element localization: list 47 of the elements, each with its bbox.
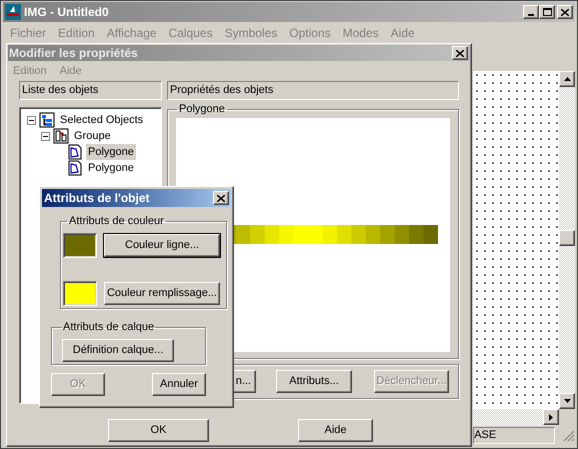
tree-item[interactable]: Polygone — [86, 144, 136, 160]
scroll-thumb[interactable] — [559, 230, 576, 246]
window-title: IMG - Untitled0 — [24, 4, 110, 21]
close-icon — [456, 50, 464, 56]
resize-grip-icon — [563, 430, 576, 442]
maximize-button[interactable] — [539, 5, 555, 19]
expander-icon[interactable] — [27, 116, 36, 124]
maximize-icon — [542, 8, 552, 16]
color-swatch[interactable] — [63, 232, 97, 258]
scroll-up-button[interactable] — [559, 71, 576, 87]
help-button[interactable]: Aide — [298, 419, 373, 442]
close-icon — [217, 194, 225, 202]
cancel-button[interactable]: Annuler — [152, 373, 206, 396]
color-swatch[interactable] — [63, 280, 97, 306]
panel-title: Modifier les propriétés — [9, 45, 139, 62]
attributes-button[interactable]: Attributs... — [276, 370, 352, 393]
scroll-down-button[interactable] — [559, 393, 576, 409]
dialog-title: Attributs de l'objet — [44, 190, 151, 207]
minimize-button[interactable] — [523, 5, 539, 19]
app-icon — [5, 4, 21, 20]
list-header: Liste des objets — [19, 81, 162, 100]
color-button[interactable]: Couleur ligne... — [104, 234, 220, 256]
group-icon — [53, 128, 69, 144]
ok-button[interactable]: OK — [108, 419, 209, 442]
panel-close-button[interactable] — [452, 46, 468, 60]
up-arrow-icon — [564, 77, 571, 81]
scroll-right-button[interactable] — [543, 409, 560, 425]
color-button[interactable]: Couleur remplissage... — [104, 282, 220, 304]
expander-icon[interactable] — [41, 132, 50, 140]
group-title: Attributs de calque — [62, 320, 156, 335]
tree-item[interactable]: Selected Objects — [58, 112, 146, 128]
down-arrow-icon — [564, 399, 571, 403]
tree-item[interactable]: Groupe — [72, 128, 113, 144]
hierarchy-icon — [39, 112, 55, 128]
close-icon — [561, 8, 569, 16]
minimize-icon — [528, 14, 534, 16]
group-title: Polygone — [178, 102, 226, 117]
group-title: Attributs de couleur — [68, 214, 165, 229]
polygon-file-icon — [67, 160, 83, 176]
layer-definition-button[interactable]: Définition calque... — [62, 338, 174, 362]
dialog-close-button[interactable] — [213, 191, 229, 205]
close-button[interactable] — [557, 5, 573, 19]
props-header: Propriétés des objets — [167, 81, 459, 100]
polygon-file-icon — [67, 144, 83, 160]
right-arrow-icon — [549, 414, 554, 420]
status-bar: ASE — [473, 427, 556, 444]
tree-item[interactable]: Polygone — [86, 160, 136, 176]
